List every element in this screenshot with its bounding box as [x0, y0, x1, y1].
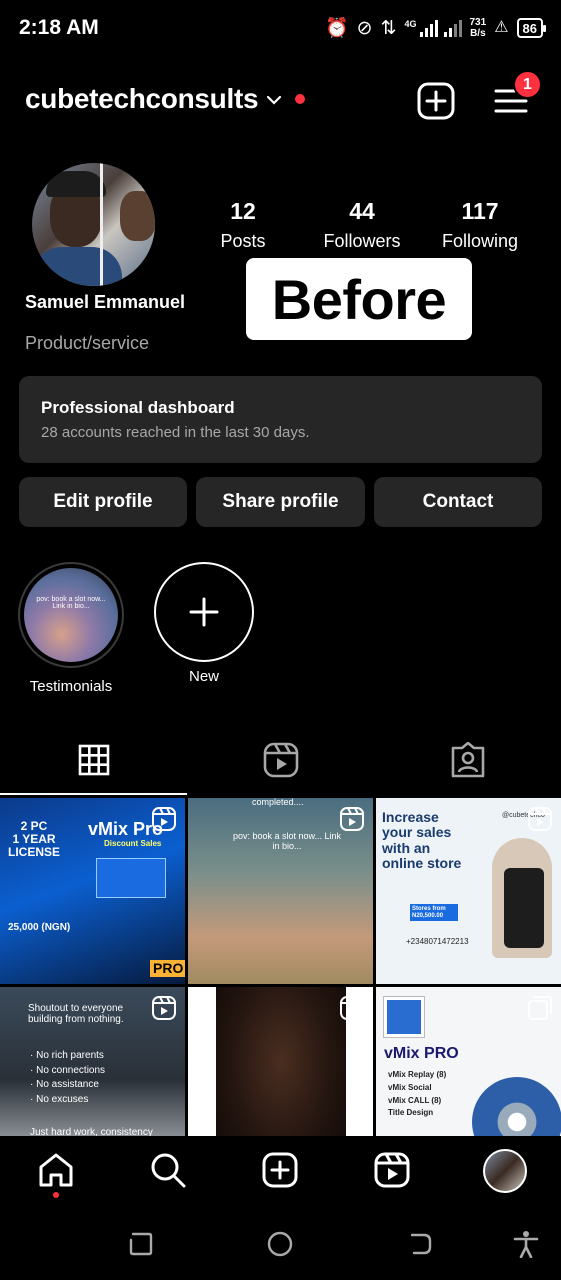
tab-reels[interactable] [187, 725, 374, 795]
battery-icon: 86 [516, 18, 547, 38]
grid-post-2[interactable]: completed.... pov: book a slot now... Li… [188, 798, 373, 984]
stat-following[interactable]: 117 Following [420, 198, 540, 252]
grid-post-5[interactable] [188, 987, 373, 1136]
dashboard-subtitle: 28 accounts reached in the last 30 days. [41, 424, 310, 441]
reel-indicator-icon [152, 807, 176, 831]
create-post-icon[interactable] [417, 82, 455, 120]
highlight-testimonials[interactable]: pov: book a slot now... Link in bio... T… [18, 562, 124, 695]
reels-icon [374, 1152, 410, 1188]
contact-button[interactable]: Contact [374, 477, 542, 527]
profile-tabs [0, 725, 561, 795]
home-icon [39, 1153, 73, 1187]
profile-header: cubetechconsults 1 [0, 70, 561, 130]
do-not-disturb-icon: ⊘ [356, 17, 373, 39]
data-transfer-icon: ⇅ [380, 17, 397, 39]
edit-profile-button[interactable]: Edit profile [19, 477, 187, 527]
nav-create[interactable] [260, 1150, 300, 1190]
bottom-navigation [0, 1136, 561, 1206]
nav-reels[interactable] [372, 1150, 412, 1190]
profile-avatar-small [483, 1149, 527, 1193]
highlight-label: New [188, 668, 219, 685]
network-type: 4G [404, 19, 417, 29]
notification-badge: 1 [513, 70, 542, 99]
reel-indicator-icon [340, 807, 364, 831]
plus-icon [189, 597, 219, 627]
home-active-dot [53, 1192, 59, 1198]
reel-indicator-icon [340, 996, 364, 1020]
grid-post-6[interactable]: vMix PRO vMix Replay (8) vMix Social vMi… [376, 987, 561, 1136]
stat-followers[interactable]: 44 Followers [302, 198, 422, 252]
share-profile-button[interactable]: Share profile [196, 477, 365, 527]
full-name: Samuel Emmanuel [25, 292, 186, 312]
professional-dashboard[interactable]: Professional dashboard 28 accounts reach… [19, 376, 542, 463]
posts-grid: 2 PC 1 YEAR LICENSE vMix Pro Discount Sa… [0, 798, 561, 1136]
nav-home[interactable] [36, 1150, 76, 1190]
tagged-icon [451, 742, 484, 778]
grid-post-1[interactable]: 2 PC 1 YEAR LICENSE vMix Pro Discount Sa… [0, 798, 185, 984]
chevron-down-icon[interactable] [264, 90, 284, 110]
search-icon [151, 1153, 186, 1188]
highlight-new[interactable]: New [154, 562, 254, 685]
system-navigation-bar [0, 1206, 561, 1280]
before-overlay-label: Before [246, 258, 472, 340]
stat-posts[interactable]: 12 Posts [183, 198, 303, 252]
dashboard-title: Professional dashboard [41, 398, 235, 417]
category-label: Product/service [25, 333, 150, 353]
reels-icon [263, 742, 298, 778]
grid-post-3[interactable]: Increase your sales with an online store… [376, 798, 561, 984]
create-icon [262, 1152, 298, 1188]
nav-profile[interactable] [482, 1148, 528, 1194]
status-time: 2:18 AM [19, 16, 99, 39]
accessibility-icon[interactable] [512, 1230, 540, 1258]
highlight-cover-caption: pov: book a slot now... Link in bio... [36, 596, 106, 610]
carousel-indicator-icon [528, 996, 552, 1020]
signal-icon: 4G [404, 19, 462, 37]
status-icons: ⏰ ⊘ ⇅ 4G 731 B/s ⚠ 86 [324, 14, 547, 42]
recent-apps-icon[interactable] [127, 1230, 155, 1258]
profile-avatar[interactable] [32, 163, 155, 286]
unread-dot [295, 94, 305, 104]
alarm-icon: ⏰ [324, 17, 349, 39]
tab-tagged[interactable] [374, 725, 561, 795]
username[interactable]: cubetechconsults [25, 83, 259, 115]
reel-indicator-icon [152, 996, 176, 1020]
warning-icon: ⚠ [494, 19, 509, 36]
home-button-icon[interactable] [266, 1230, 294, 1258]
status-bar: 2:18 AM ⏰ ⊘ ⇅ 4G 731 B/s ⚠ 86 [0, 0, 561, 56]
highlight-cover: pov: book a slot now... Link in bio... [24, 568, 118, 662]
highlight-label: Testimonials [29, 678, 113, 695]
net-speed: 731 B/s [469, 17, 487, 39]
grid-post-4[interactable]: Shoutout to everyone building from nothi… [0, 987, 185, 1136]
back-icon[interactable] [406, 1230, 434, 1258]
tab-posts-grid[interactable] [0, 725, 187, 795]
profile-actions: Edit profile Share profile Contact [19, 477, 542, 527]
reel-indicator-icon [528, 807, 552, 831]
grid-icon [78, 744, 109, 776]
nav-search[interactable] [148, 1150, 188, 1190]
